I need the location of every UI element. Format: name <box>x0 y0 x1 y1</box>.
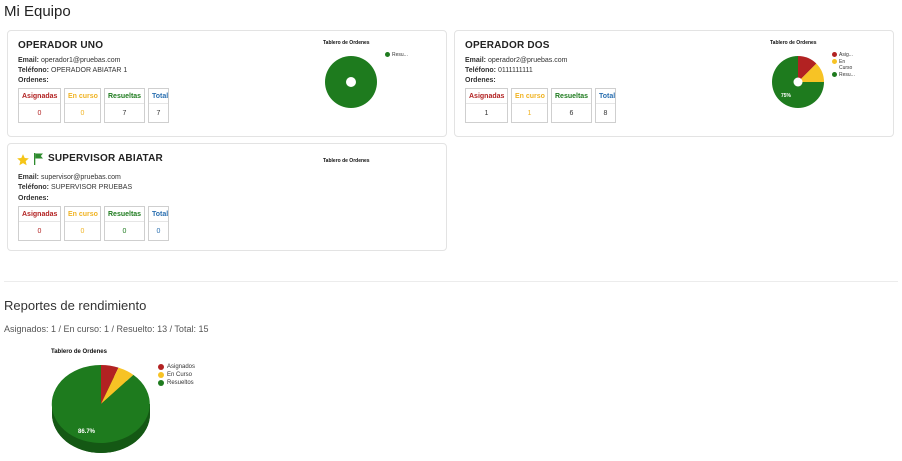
stat-en-curso[interactable]: En curso 0 <box>64 206 101 241</box>
legend-dot-icon <box>832 72 837 77</box>
phone-row: Teléfono: 0111111111 <box>465 67 533 74</box>
stat-resueltas[interactable]: Resueltas 7 <box>104 88 145 123</box>
orders-pie-chart: 75% <box>772 56 824 108</box>
pie-slice-resueltos[interactable] <box>51 364 150 443</box>
phone-value: SUPERVISOR PRUEBAS <box>50 184 133 191</box>
operator-card-3: SUPERVISOR ABIATAR Email: supervisor@pru… <box>7 143 447 251</box>
stat-total[interactable]: Total 0 <box>148 206 169 241</box>
order-stats: Asignadas 1 En curso 1 Resueltas 6 Total 8 <box>465 88 616 123</box>
reports-summary: Asignados: 1 / En curso: 1 / Resuelto: 1… <box>4 324 209 334</box>
email-label: Email: <box>18 174 40 181</box>
stat-resueltas[interactable]: Resueltas 0 <box>104 206 145 241</box>
legend-item[interactable]: Resu... <box>832 72 855 78</box>
orders-pie-chart <box>325 56 377 108</box>
email-row: Email: supervisor@pruebas.com <box>18 174 121 181</box>
phone-value: 0111111111 <box>497 67 533 74</box>
email-row: Email: operador1@pruebas.com <box>18 57 120 64</box>
legend-dot-icon <box>158 372 164 378</box>
legend-dot-icon <box>832 59 837 64</box>
reports-title: Reportes de rendimiento <box>4 298 147 313</box>
operator-name: OPERADOR DOS <box>465 40 550 51</box>
pie-data-label: 86.7% <box>78 429 96 435</box>
email-value[interactable]: supervisor@pruebas.com <box>41 174 121 181</box>
flag-icon <box>34 153 43 165</box>
orders-label: Ordenes: <box>18 195 49 202</box>
stat-asignadas[interactable]: Asignadas 0 <box>18 88 61 123</box>
operator-name: OPERADOR UNO <box>18 40 104 51</box>
orders-label: Ordenes: <box>18 77 49 84</box>
pie-data-label: 75% <box>781 93 792 99</box>
order-stats: Asignadas 0 En curso 0 Resueltas 7 Total 7 <box>18 88 169 123</box>
star-icon <box>17 154 29 166</box>
email-label: Email: <box>18 57 40 64</box>
phone-label: Teléfono: <box>465 67 496 74</box>
page-title: Mi Equipo <box>4 3 71 20</box>
big-chart-title: Tablero de Ordenes <box>51 349 107 355</box>
big-chart-legend: Asignados En Curso Resueltos <box>158 364 195 388</box>
email-label: Email: <box>465 57 487 64</box>
email-row: Email: operador2@pruebas.com <box>465 57 567 64</box>
operator-card-1: OPERADOR UNO Email: operador1@pruebas.co… <box>7 30 447 137</box>
legend-dot-icon <box>385 52 390 57</box>
email-value[interactable]: operador2@pruebas.com <box>488 57 568 64</box>
legend-item[interactable]: Asignados <box>158 364 195 370</box>
chart-title: Tablero de Ordenes <box>770 40 817 46</box>
stat-en-curso[interactable]: En curso 0 <box>64 88 101 123</box>
order-stats: Asignadas 0 En curso 0 Resueltas 0 Total 0 <box>18 206 169 241</box>
legend-dot-icon <box>158 364 164 370</box>
chart-title: Tablero de Ordenes <box>323 40 370 46</box>
stat-resueltas[interactable]: Resueltas 6 <box>551 88 592 123</box>
operator-name: SUPERVISOR ABIATAR <box>48 153 163 164</box>
stat-total[interactable]: Total 8 <box>595 88 616 123</box>
orders-label: Ordenes: <box>465 77 496 84</box>
legend-item[interactable]: Resueltos <box>158 380 195 386</box>
legend-item[interactable]: Resu... <box>385 52 408 58</box>
phone-row: Teléfono: SUPERVISOR PRUEBAS <box>18 184 132 191</box>
chart-legend: Resu... <box>385 52 408 59</box>
pie-center <box>793 77 803 87</box>
phone-row: Teléfono: OPERADOR ABIATAR 1 <box>18 67 127 74</box>
legend-item[interactable]: En Curso <box>158 372 195 378</box>
legend-item[interactable]: Asig... <box>832 52 855 58</box>
stat-asignadas[interactable]: Asignadas 1 <box>465 88 508 123</box>
legend-dot-icon <box>158 380 164 386</box>
section-divider <box>4 281 898 282</box>
chart-legend: Asig... En Curso Resu... <box>832 52 855 79</box>
chart-title: Tablero de Ordenes <box>323 158 370 164</box>
performance-pie-chart: 86.7% <box>51 364 150 453</box>
legend-dot-icon <box>832 52 837 57</box>
stat-en-curso[interactable]: En curso 1 <box>511 88 548 123</box>
phone-value: OPERADOR ABIATAR 1 <box>50 67 128 74</box>
stat-total[interactable]: Total 7 <box>148 88 169 123</box>
phone-label: Teléfono: <box>18 67 49 74</box>
legend-item[interactable]: En Curso <box>832 59 855 71</box>
phone-label: Teléfono: <box>18 184 49 191</box>
pie-center <box>346 77 356 87</box>
operator-card-2: OPERADOR DOS Email: operador2@pruebas.co… <box>454 30 894 137</box>
email-value[interactable]: operador1@pruebas.com <box>41 57 121 64</box>
stat-asignadas[interactable]: Asignadas 0 <box>18 206 61 241</box>
